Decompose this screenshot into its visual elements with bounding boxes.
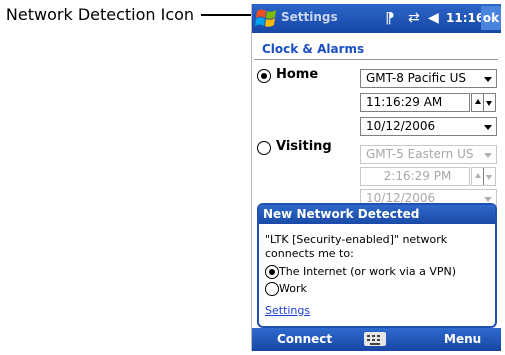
menu-bar: Connect Menu bbox=[252, 328, 501, 351]
dialog-message: "LTK [Security-enabled]" network connect… bbox=[265, 233, 448, 260]
key bbox=[377, 335, 380, 337]
settings-link[interactable]: Settings bbox=[265, 304, 310, 317]
key bbox=[372, 339, 375, 341]
divider bbox=[254, 59, 498, 60]
key bbox=[367, 339, 370, 341]
keyboard-icon[interactable] bbox=[364, 332, 386, 346]
option-work-radio[interactable] bbox=[265, 282, 279, 296]
home-label: Home bbox=[276, 67, 319, 82]
home-timezone-value: GMT-8 Pacific US bbox=[366, 71, 467, 85]
key bbox=[367, 335, 370, 337]
ok-button[interactable]: ok bbox=[481, 6, 501, 30]
visiting-label: Visiting bbox=[276, 139, 332, 154]
spin-down-icon[interactable] bbox=[486, 101, 492, 106]
chevron-down-icon bbox=[484, 77, 492, 82]
home-timezone-select[interactable]: GMT-8 Pacific US bbox=[360, 69, 497, 88]
chevron-down-icon bbox=[484, 153, 492, 158]
dialog-title: New Network Detected bbox=[259, 205, 495, 224]
volume-icon[interactable]: ◀ bbox=[428, 8, 439, 28]
radio-selected-dot bbox=[261, 73, 267, 79]
menu-softkey[interactable]: Menu bbox=[444, 332, 481, 346]
key bbox=[377, 339, 380, 341]
home-radio[interactable] bbox=[257, 69, 271, 83]
connect-softkey[interactable]: Connect bbox=[277, 332, 332, 346]
home-time-spinner[interactable] bbox=[471, 93, 496, 112]
clock-time[interactable]: 11:16 bbox=[446, 11, 484, 25]
visiting-timezone-value: GMT-5 Eastern US bbox=[366, 147, 474, 161]
key bbox=[372, 335, 375, 337]
chevron-down-icon bbox=[484, 197, 492, 202]
option-work-label[interactable]: Work bbox=[279, 282, 307, 295]
window-title: Settings bbox=[281, 10, 338, 24]
home-date-select[interactable]: 10/12/2006 bbox=[360, 117, 497, 136]
spacebar bbox=[370, 343, 380, 345]
spinner-divider bbox=[483, 94, 484, 111]
option-internet-label[interactable]: The Internet (or work via a VPN) bbox=[279, 265, 456, 278]
radio-selected-dot bbox=[269, 269, 275, 275]
chevron-down-icon bbox=[484, 125, 492, 130]
home-date-value: 10/12/2006 bbox=[366, 119, 436, 133]
spin-down-icon[interactable] bbox=[486, 175, 492, 180]
callout-leader-line bbox=[201, 14, 251, 16]
antenna-icon[interactable]: ⁋ bbox=[385, 8, 395, 28]
visiting-time-spinner[interactable] bbox=[471, 167, 496, 186]
visiting-time-field[interactable]: 2:16:29 PM bbox=[360, 167, 470, 186]
home-time-field[interactable]: 11:16:29 AM bbox=[360, 93, 470, 112]
title-bar: Settings ⁋ ⇄ ◀ 11:16 ok bbox=[252, 4, 501, 33]
new-network-dialog: New Network Detected "LTK [Security-enab… bbox=[257, 203, 497, 328]
start-logo-icon[interactable] bbox=[254, 7, 279, 30]
visiting-time-value: 2:16:29 PM bbox=[383, 169, 452, 183]
option-internet-radio[interactable] bbox=[265, 265, 279, 279]
pocketpc-screen: Settings ⁋ ⇄ ◀ 11:16 ok Clock & Alarms H… bbox=[251, 4, 501, 351]
visiting-radio[interactable] bbox=[257, 141, 271, 155]
callout-label: Network Detection Icon bbox=[5, 5, 195, 24]
spin-up-icon[interactable] bbox=[475, 99, 481, 104]
page-title: Clock & Alarms bbox=[262, 42, 365, 56]
spinner-divider bbox=[483, 168, 484, 185]
home-time-value: 11:16:29 AM bbox=[366, 95, 443, 109]
spin-up-icon[interactable] bbox=[475, 173, 481, 178]
connectivity-icon[interactable]: ⇄ bbox=[408, 8, 420, 28]
visiting-timezone-select[interactable]: GMT-5 Eastern US bbox=[360, 145, 497, 164]
